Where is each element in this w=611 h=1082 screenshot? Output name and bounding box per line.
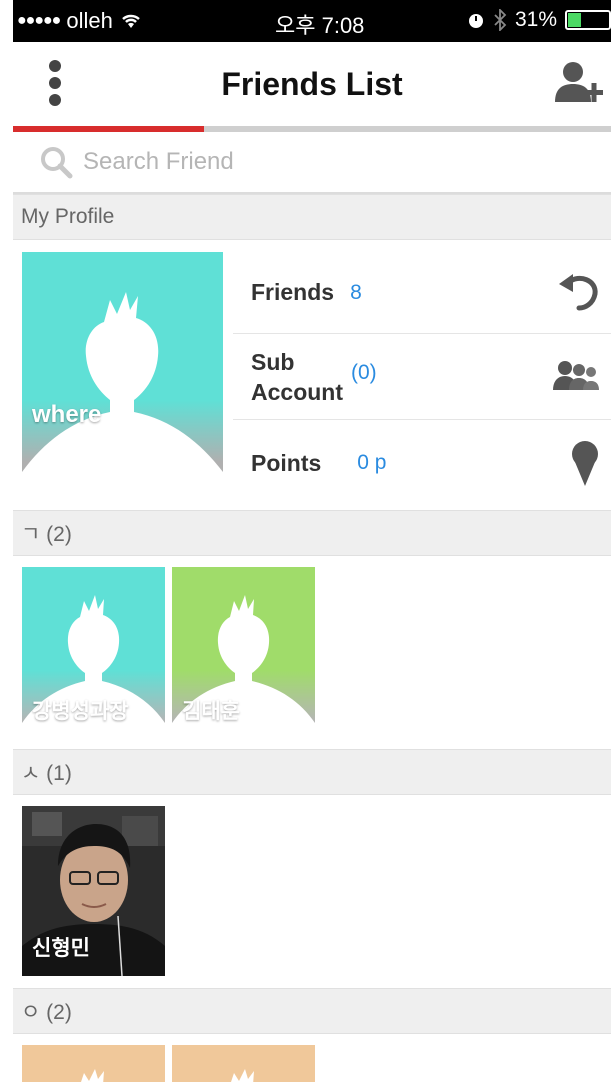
friend-name: 신형민	[32, 937, 90, 960]
bluetooth-icon	[494, 9, 507, 31]
points-row[interactable]: Points 0 p	[233, 420, 611, 506]
friend-card[interactable]: 김태훈	[172, 567, 315, 739]
friend-name: 김태훈	[182, 700, 240, 723]
friend-card[interactable]	[22, 1045, 165, 1082]
signal-strength-icon: ●●●●●	[17, 12, 61, 29]
battery-percent: 31%	[514, 8, 557, 31]
sub-account-count: (0)	[351, 360, 377, 384]
friends-count: 8	[350, 280, 362, 304]
page-title: Friends List	[221, 66, 403, 102]
avatar-placeholder-icon	[81, 1069, 104, 1082]
search-icon	[41, 147, 73, 179]
group-icon[interactable]	[553, 358, 601, 392]
points-label: Points	[251, 449, 322, 476]
section-header: ㅇ (2)	[13, 988, 611, 1034]
refresh-icon[interactable]	[557, 272, 601, 312]
battery-icon	[565, 10, 611, 30]
sub-account-label: Sub Account	[251, 348, 343, 405]
friends-label: Friends	[251, 279, 335, 305]
friend-card[interactable]: 신형민	[22, 806, 165, 976]
my-profile-name: where	[32, 401, 102, 428]
friend-name: 강병성과장	[32, 700, 129, 723]
section-header: ㅅ (1)	[13, 749, 611, 795]
search-bar[interactable]	[13, 132, 611, 194]
nav-bar: Friends List	[13, 42, 611, 126]
friend-card[interactable]	[172, 1045, 315, 1082]
status-time: 오후 7:08	[275, 13, 365, 38]
points-value: 0 p	[357, 451, 387, 474]
carrier-label: olleh	[66, 8, 113, 33]
ice-cream-icon[interactable]	[569, 440, 601, 488]
wifi-icon	[121, 14, 140, 28]
avatar-placeholder-icon	[22, 252, 223, 499]
friends-count-row[interactable]: Friends 8	[233, 252, 611, 334]
section-header: ㄱ (2)	[13, 510, 611, 556]
friend-card[interactable]: 강병성과장	[22, 567, 165, 739]
alarm-icon	[468, 14, 483, 28]
section-header-my-profile: My Profile	[13, 194, 611, 240]
my-profile-card[interactable]: where	[22, 252, 223, 499]
sub-account-row[interactable]: Sub Account (0)	[233, 334, 611, 420]
add-friend-button[interactable]	[553, 58, 605, 110]
search-input[interactable]	[83, 148, 483, 176]
status-bar: ●●●●● olleh 오후 7:08 31%	[13, 0, 611, 42]
avatar-placeholder-icon	[231, 1069, 254, 1082]
